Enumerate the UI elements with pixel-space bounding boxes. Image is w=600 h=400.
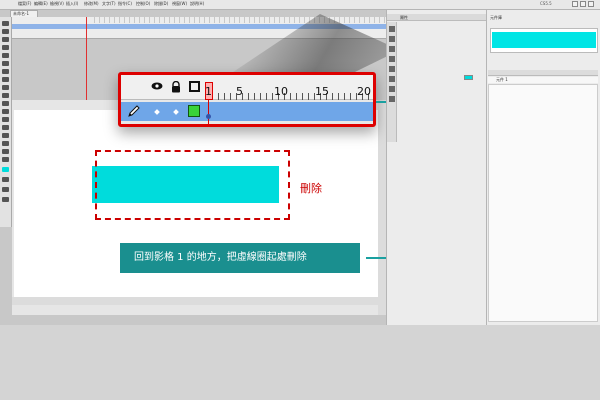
selection-tool-icon[interactable] (2, 21, 9, 26)
menu-window[interactable]: 視窗(W) (172, 1, 187, 7)
pencil-icon (128, 105, 140, 117)
vertical-scrollbar[interactable] (378, 100, 386, 315)
subselection-tool-icon[interactable] (2, 29, 9, 34)
eye-icon[interactable] (151, 82, 163, 90)
menu-edit[interactable]: 編輯(E) (34, 1, 48, 7)
library-tab[interactable]: 元件庫 (490, 15, 502, 21)
history-icon[interactable] (389, 76, 395, 82)
paint-bucket-tool-icon[interactable] (2, 125, 9, 130)
hand-tool-icon[interactable] (2, 149, 9, 154)
menu-help[interactable]: 說明(H) (190, 1, 204, 7)
stroke-color-icon[interactable] (2, 177, 9, 182)
transform-icon[interactable] (389, 66, 395, 72)
actions-icon[interactable] (389, 86, 395, 92)
layer-outline-color-swatch[interactable] (188, 105, 200, 117)
horizontal-scrollbar[interactable] (12, 297, 378, 305)
info-icon[interactable] (389, 56, 395, 62)
timeline-zoom-callout: 1 5 10 15 20 (118, 72, 376, 127)
bone-tool-icon[interactable] (2, 117, 9, 122)
panel-icon-column (387, 22, 397, 142)
frame-number-5: 5 (236, 85, 243, 98)
library-list (488, 84, 598, 322)
properties-panel (386, 10, 487, 325)
menu-file[interactable]: 檔案(F) (18, 1, 31, 7)
dashed-selection-highlight (95, 150, 290, 220)
align-icon[interactable] (389, 26, 395, 32)
menu-insert[interactable]: 插入(I) (66, 1, 78, 7)
workspace-switcher[interactable]: CS5.5 (540, 1, 552, 6)
menu-modify[interactable]: 修改(M) (84, 1, 99, 7)
frame-number-1: 1 (205, 85, 212, 98)
menu-bar: 檔案(F) 編輯(E) 檢視(V) 插入(I) 修改(M) 文字(T) 指令(C… (0, 0, 600, 10)
free-transform-tool-icon[interactable] (2, 37, 9, 42)
fill-swatch[interactable] (464, 75, 473, 80)
line-tool-icon[interactable] (2, 77, 9, 82)
timeline-playhead[interactable] (86, 17, 87, 100)
frame-number-10: 10 (274, 85, 288, 98)
frame-number-20: 20 (357, 85, 371, 98)
document-tab[interactable]: 未命名-1 (10, 10, 38, 17)
fill-color-swatch[interactable] (2, 167, 9, 172)
menu-view[interactable]: 檢視(V) (50, 1, 64, 7)
outline-icon[interactable] (189, 81, 200, 92)
menu-control[interactable]: 控制(O) (136, 1, 150, 7)
close-icon[interactable] (588, 1, 594, 7)
brush-tool-icon[interactable] (2, 101, 9, 106)
menu-commands[interactable]: 指令(C) (118, 1, 132, 7)
lock-icon[interactable] (171, 81, 181, 93)
callout-frame-ruler[interactable] (206, 93, 372, 100)
keyframe-dot[interactable] (206, 114, 211, 119)
menu-debug[interactable]: 除錯(D) (154, 1, 168, 7)
library-item[interactable]: 元件 1 (488, 77, 598, 83)
delete-annotation: 刪除 (300, 182, 322, 195)
pencil-tool-icon[interactable] (2, 93, 9, 98)
library-list-header (488, 70, 598, 76)
motion-presets-icon[interactable] (389, 96, 395, 102)
flash-workspace: 檔案(F) 編輯(E) 檢視(V) 插入(I) 修改(M) 文字(T) 指令(C… (0, 0, 600, 400)
text-tool-icon[interactable] (2, 69, 9, 74)
rectangle-tool-icon[interactable] (2, 85, 9, 90)
3d-rotation-tool-icon[interactable] (2, 45, 9, 50)
zoom-tool-icon[interactable] (2, 157, 9, 162)
swap-colors-icon[interactable] (2, 187, 9, 192)
pen-tool-icon[interactable] (2, 61, 9, 66)
lasso-tool-icon[interactable] (2, 53, 9, 58)
timeline-ruler[interactable] (94, 17, 386, 23)
eyedropper-tool-icon[interactable] (2, 133, 9, 138)
minimize-icon[interactable] (572, 1, 578, 7)
frame-number-15: 15 (315, 85, 329, 98)
swatches-icon[interactable] (389, 46, 395, 52)
snap-icon[interactable] (2, 197, 9, 202)
deco-tool-icon[interactable] (2, 109, 9, 114)
tools-panel (0, 17, 12, 227)
eraser-tool-icon[interactable] (2, 141, 9, 146)
color-icon[interactable] (389, 36, 395, 42)
menu-text[interactable]: 文字(T) (102, 1, 116, 7)
empty-bottom-area (0, 325, 600, 400)
library-preview-shape (492, 32, 596, 48)
instruction-banner: 回到影格 1 的地方，把虛線圈起處刪除 (120, 243, 360, 273)
maximize-icon[interactable] (580, 1, 586, 7)
properties-tab[interactable]: 屬性 (400, 15, 408, 21)
